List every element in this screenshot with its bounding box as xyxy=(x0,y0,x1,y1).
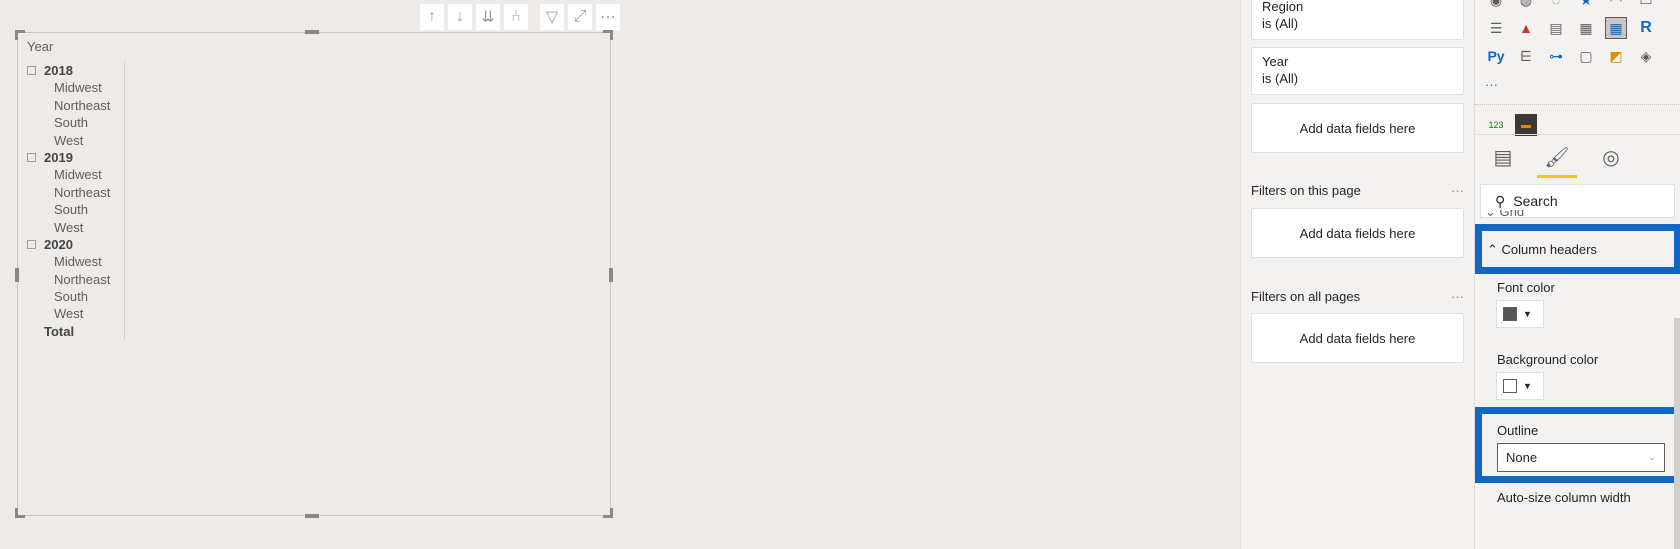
matrix-region-row[interactable]: West xyxy=(22,219,124,236)
filter-card-region[interactable]: Region is (All) xyxy=(1251,0,1464,40)
double-arrow-down-icon[interactable]: ⇊ xyxy=(476,4,500,30)
add-page-filter-dropzone[interactable]: Add data fields here xyxy=(1251,208,1464,258)
background-color-label: Background color xyxy=(1497,352,1599,367)
more-options-icon[interactable]: ⋯ xyxy=(596,4,620,30)
python-visual-icon[interactable]: Py xyxy=(1485,45,1507,67)
map-icon[interactable]: ◉ xyxy=(1485,0,1507,11)
filter-card-year[interactable]: Year is (All) xyxy=(1251,47,1464,95)
row-label: 2020 xyxy=(44,236,73,252)
format-paint-roller-tab-icon[interactable]: 🖌 xyxy=(1537,142,1577,178)
filters-on-page-heading: Filters on this page xyxy=(1251,183,1361,198)
expand-hierarchy-icon[interactable]: ⑃ xyxy=(504,4,528,30)
filter-icon[interactable]: ▽ xyxy=(540,4,564,30)
more-options-icon[interactable]: ··· xyxy=(1451,183,1464,198)
chevron-down-icon: ⌄ xyxy=(1647,452,1656,463)
matrix-column-header: Year xyxy=(27,39,54,54)
arrow-up-icon[interactable]: ↑ xyxy=(420,4,444,30)
card-icon[interactable]: ▭ xyxy=(1635,0,1657,11)
column-headers-section-header[interactable]: ⌃ Column headers xyxy=(1487,242,1597,258)
row-label: 2018 xyxy=(44,63,73,78)
filter-field: Region xyxy=(1262,0,1304,14)
matrix-region-row[interactable]: Northeast xyxy=(22,184,124,201)
matrix-row-headers: 2018 Midwest Northeast South West 2019 Midwest… xyxy=(22,61,125,341)
multi-row-card-icon[interactable]: ☰ xyxy=(1485,17,1507,39)
font-color-label: Font color xyxy=(1497,280,1555,295)
fields-tab-icon[interactable]: ▤ xyxy=(1489,142,1517,172)
key-influencers-icon[interactable]: ⋿ xyxy=(1515,45,1537,67)
background-color-swatch xyxy=(1503,379,1517,393)
collapse-icon[interactable] xyxy=(27,152,36,162)
matrix-visual[interactable]: Year 2018 Midwest Northeast South West 2019 Mi… xyxy=(15,30,613,518)
add-report-filter-dropzone[interactable]: Add data fields here xyxy=(1251,313,1464,363)
resize-handle-top[interactable] xyxy=(305,30,319,34)
filter-state: is (All) xyxy=(1262,16,1299,31)
outline-label: Outline xyxy=(1497,423,1539,438)
font-color-swatch xyxy=(1503,307,1517,321)
custom-visual-icon[interactable]: ▬ xyxy=(1515,114,1537,136)
matrix-year-row[interactable]: 2018 xyxy=(22,62,124,79)
matrix-total-row[interactable]: Total xyxy=(22,323,124,340)
matrix-region-row[interactable]: Northeast xyxy=(22,271,124,288)
resize-handle-left[interactable] xyxy=(15,268,19,282)
shape-map-icon[interactable]: ◌ xyxy=(1545,0,1567,11)
collapse-icon[interactable] xyxy=(27,239,36,249)
outline-dropdown[interactable]: None ⌄ xyxy=(1497,443,1665,472)
smart-narrative-icon[interactable]: ◩ xyxy=(1605,45,1627,67)
kpi-icon[interactable]: ▲ xyxy=(1515,17,1537,39)
visual-header-toolbar: ↑ ↓ ⇊ ⑃ ▽ ⤢ ⋯ xyxy=(420,4,620,30)
analytics-tab-icon[interactable]: ◎ xyxy=(1597,142,1625,172)
column-headers-label: Column headers xyxy=(1501,242,1597,257)
matrix-year-row[interactable]: 2020 xyxy=(22,236,124,253)
matrix-icon[interactable]: ▦ xyxy=(1605,17,1627,39)
filter-field: Year xyxy=(1262,54,1289,69)
decomposition-tree-icon[interactable]: ⊶ xyxy=(1545,45,1567,67)
custom-visual-card-icon[interactable]: 123 xyxy=(1485,114,1507,136)
gauge-icon[interactable]: ◠ xyxy=(1605,0,1627,11)
visualizations-pane: ◉ ◍ ◌ ★ ◠ ▭ ☰ ▲ ▤ ▦ ▦ R Py ⋿ ⊶ ▢ ◩ ◈ ··· 123 ▬ ▤ 🖌 ◎ ⚲ Se… xyxy=(1474,0,1680,549)
matrix-region-row[interactable]: South xyxy=(22,201,124,218)
more-options-icon[interactable]: ··· xyxy=(1451,289,1464,304)
search-icon: ⚲ xyxy=(1495,192,1506,209)
azure-map-icon[interactable]: ★ xyxy=(1575,0,1597,11)
grid-label: Grid xyxy=(1499,210,1525,218)
matrix-region-row[interactable]: Midwest xyxy=(22,253,124,270)
matrix-region-row[interactable]: Northeast xyxy=(22,97,124,114)
power-apps-icon[interactable]: ◈ xyxy=(1635,45,1657,67)
r-visual-icon[interactable]: R xyxy=(1635,17,1657,39)
filters-pane: Region is (All) Year is (All) Add data f… xyxy=(1240,0,1474,549)
matrix-year-row[interactable]: 2019 xyxy=(22,149,124,166)
search-placeholder: Search xyxy=(1513,193,1558,209)
add-visual-filter-dropzone[interactable]: Add data fields here xyxy=(1251,103,1464,153)
matrix-region-row[interactable]: West xyxy=(22,132,124,149)
arrow-down-icon[interactable]: ↓ xyxy=(448,4,472,30)
focus-mode-icon[interactable]: ⤢ xyxy=(568,4,592,30)
collapse-icon[interactable] xyxy=(27,66,36,75)
filter-state: is (All) xyxy=(1262,71,1299,86)
matrix-region-row[interactable]: South xyxy=(22,288,124,305)
qa-icon[interactable]: ▢ xyxy=(1575,45,1597,67)
matrix-region-row[interactable]: West xyxy=(22,305,124,322)
table-icon[interactable]: ▦ xyxy=(1575,17,1597,39)
auto-size-column-width-label: Auto-size column width xyxy=(1497,490,1631,505)
resize-handle-right[interactable] xyxy=(609,268,613,282)
grid-section-header[interactable]: ⌄ Grid xyxy=(1485,210,1524,218)
matrix-region-row[interactable]: Midwest xyxy=(22,79,124,96)
filters-on-all-pages-heading: Filters on all pages xyxy=(1251,289,1361,304)
filled-map-icon[interactable]: ◍ xyxy=(1515,0,1537,11)
format-pane-scrollbar[interactable] xyxy=(1674,318,1680,549)
more-visuals-icon[interactable]: ··· xyxy=(1485,70,1680,98)
outline-value: None xyxy=(1506,450,1538,465)
report-canvas: ↑ ↓ ⇊ ⑃ ▽ ⤢ ⋯ Year 2018 Midwest Northeast South We… xyxy=(0,0,1240,549)
slicer-icon[interactable]: ▤ xyxy=(1545,17,1567,39)
row-label: 2019 xyxy=(44,149,73,165)
font-color-picker[interactable]: ▼ xyxy=(1496,300,1544,328)
background-color-picker[interactable]: ▼ xyxy=(1496,372,1544,400)
matrix-region-row[interactable]: Midwest xyxy=(22,166,124,183)
matrix-region-row[interactable]: South xyxy=(22,114,124,131)
resize-handle-bottom[interactable] xyxy=(305,514,319,518)
